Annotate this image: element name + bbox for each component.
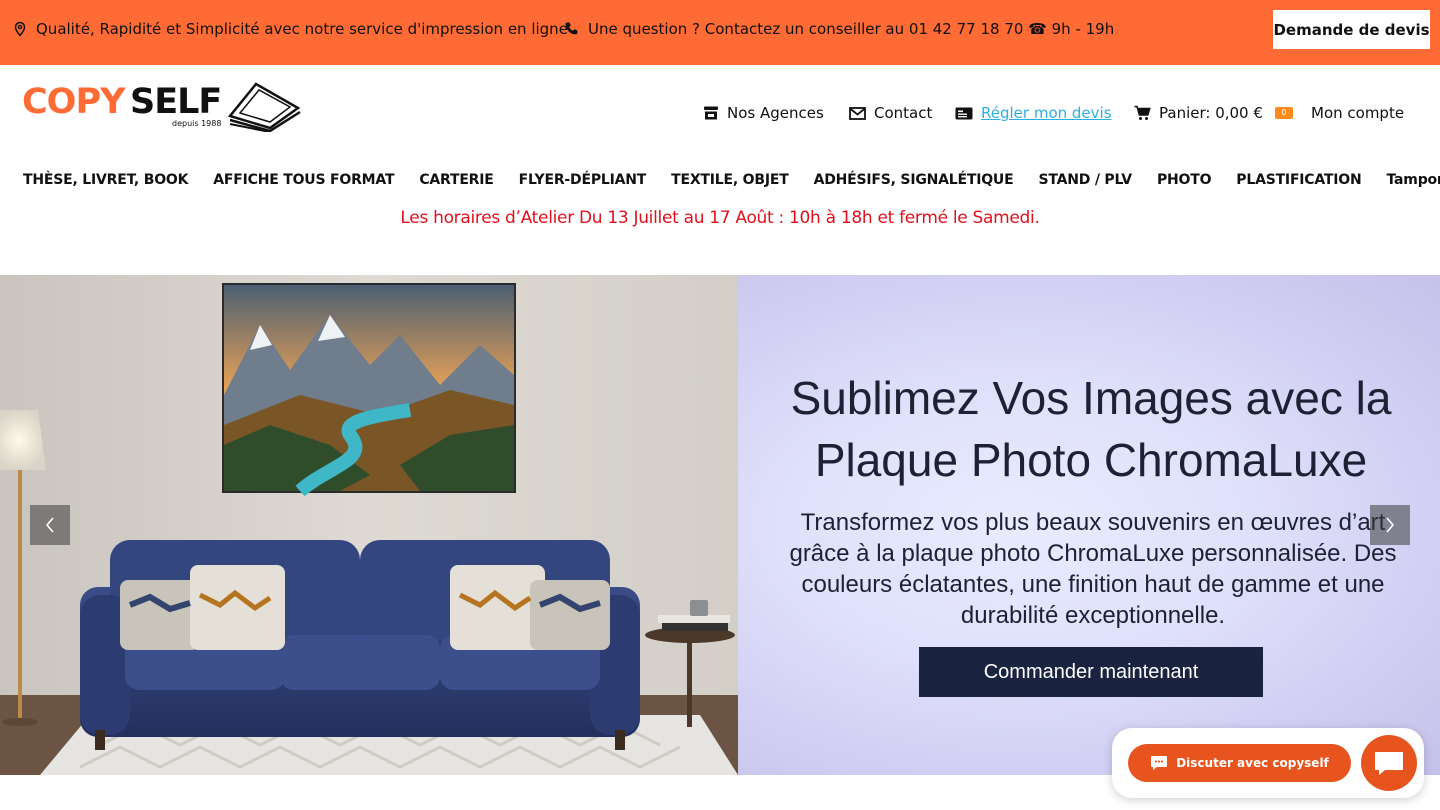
nav-agences-label: Nos Agences (727, 104, 824, 122)
nav-agences[interactable]: Nos Agences (703, 102, 824, 124)
quote-request-button[interactable]: Demande de devis (1273, 10, 1430, 49)
chevron-left-icon (45, 517, 54, 533)
logo-self: SELF (130, 82, 222, 122)
chat-start-button[interactable]: Discuter avec copyself (1128, 744, 1351, 782)
nav-pay-quote-label: Régler mon devis (981, 104, 1112, 122)
envelope-icon (849, 106, 866, 120)
cart-count-badge: 0 (1274, 107, 1293, 119)
hero-text-panel: Sublimez Vos Images avec la Plaque Photo… (738, 275, 1440, 775)
main-category-nav: THÈSE, LIVRET, BOOK AFFICHE TOUS FORMAT … (23, 172, 1440, 192)
nav-category-affiche[interactable]: AFFICHE TOUS FORMAT (213, 172, 394, 192)
chevron-right-icon (1386, 517, 1395, 533)
logo-since: depuis 1988 (172, 119, 222, 128)
hero-title: Sublimez Vos Images avec la Plaque Photo… (790, 372, 1392, 486)
chat-bubble-icon (1151, 756, 1168, 770)
paper-stack-icon (227, 82, 301, 132)
contact-phone[interactable]: Une question ? Contactez un conseiller a… (564, 20, 1114, 38)
hero-living-room-image (0, 275, 738, 775)
phone-icon (565, 22, 578, 35)
nav-cart[interactable]: Panier: 0,00 € 0 (1134, 102, 1293, 124)
nav-cart-label: Panier: 0,00 € (1159, 104, 1263, 122)
hero-slider: Sublimez Vos Images avec la Plaque Photo… (0, 275, 1440, 775)
nav-category-stand[interactable]: STAND / PLV (1038, 172, 1132, 192)
copyself-logo[interactable]: COPY SELF depuis 1988 (22, 82, 302, 134)
id-card-icon (955, 107, 973, 119)
nav-category-carterie[interactable]: CARTERIE (419, 172, 494, 192)
order-now-button[interactable]: Commander maintenant (919, 647, 1263, 697)
message-icon (1375, 752, 1403, 775)
chat-start-label: Discuter avec copyself (1176, 756, 1329, 770)
nav-category-photo[interactable]: PHOTO (1157, 172, 1212, 192)
store-icon (704, 106, 718, 120)
tagline-text: Qualité, Rapidité et Simplicité avec not… (36, 20, 568, 38)
tagline: Qualité, Rapidité et Simplicité avec not… (12, 20, 568, 38)
nav-category-adhesifs[interactable]: ADHÉSIFS, SIGNALÉTIQUE (814, 172, 1014, 192)
chat-open-button[interactable] (1361, 735, 1417, 791)
contact-phone-text: Une question ? Contactez un conseiller a… (588, 20, 1115, 38)
shopping-cart-icon (1134, 105, 1151, 120)
opening-hours-notice: Les horaires d’Atelier Du 13 Juillet au … (400, 208, 1040, 228)
nav-category-textile[interactable]: TEXTILE, OBJET (671, 172, 789, 192)
nav-category-these[interactable]: THÈSE, LIVRET, BOOK (23, 172, 188, 192)
nav-category-flyer[interactable]: FLYER-DÉPLIANT (519, 172, 647, 192)
top-announcement-bar: Qualité, Rapidité et Simplicité avec not… (0, 0, 1440, 65)
map-pin-icon (14, 21, 26, 37)
nav-pay-quote[interactable]: Régler mon devis (955, 102, 1112, 124)
nav-contact[interactable]: Contact (849, 102, 932, 124)
nav-category-tampon[interactable]: Tampon (1387, 172, 1440, 192)
nav-contact-label: Contact (874, 104, 933, 122)
logo-copy: COPY (22, 82, 125, 122)
nav-category-plastification[interactable]: PLASTIFICATION (1236, 172, 1361, 192)
hero-subtitle: Transformez vos plus beaux souvenirs en … (789, 509, 1397, 629)
nav-account-label: Mon compte (1311, 104, 1405, 122)
nav-account[interactable]: Mon compte (1311, 102, 1404, 124)
chat-widget: Discuter avec copyself (1112, 728, 1424, 798)
slider-prev-button[interactable] (30, 505, 70, 545)
slider-next-button[interactable] (1370, 505, 1410, 545)
